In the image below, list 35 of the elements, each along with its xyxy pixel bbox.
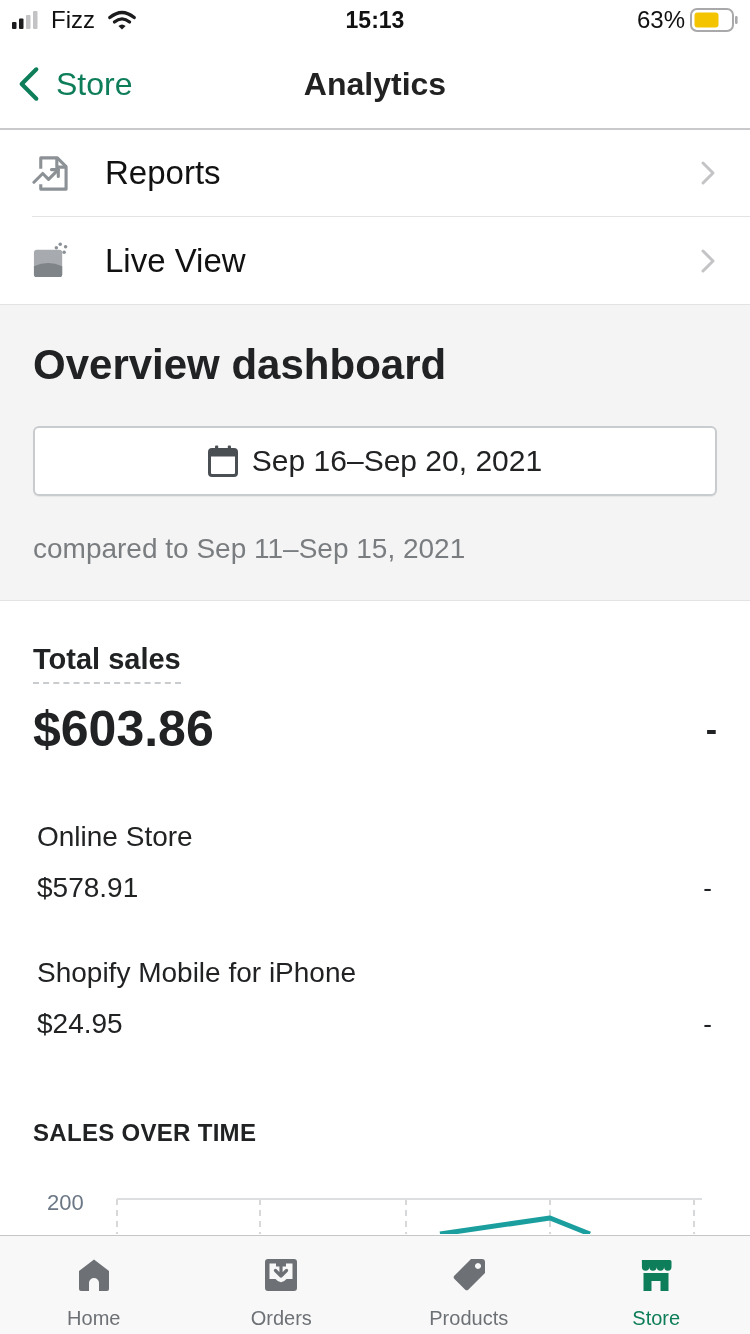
chevron-right-icon [700,247,716,274]
total-sales-label[interactable]: Total sales [33,641,181,684]
change-indicator: - [703,872,712,905]
chevron-left-icon [18,66,40,102]
wifi-icon [108,10,136,30]
inbox-arrow-icon [263,1257,300,1293]
change-indicator: - [703,1008,712,1041]
section-title: Overview dashboard [33,340,448,390]
channel-sales-value: $24.95 [37,1007,123,1041]
channel-name: Online Store [37,820,194,854]
y-axis-label: 200 [47,1194,84,1212]
chevron-right-icon [700,160,716,186]
tab-bar-item[interactable]: Store [562,1236,750,1334]
total-sales-value: $603.86 [33,700,214,758]
battery-icon [690,8,738,32]
chart-document-icon [32,154,69,192]
screen-title: Analytics [303,65,447,104]
frame-dots-icon [32,242,69,279]
channel-name: Shopify Mobile for iPhone [37,956,358,990]
menu-item[interactable]: Reports [32,130,750,217]
back-button[interactable]: Store [18,64,133,104]
date-range-button[interactable]: Sep 16–Sep 20, 2021 [33,426,717,496]
signal-icon [12,11,38,29]
calendar-icon [207,445,238,477]
battery-percent: 63% [636,6,685,34]
comparison-text: compared to Sep 11–Sep 15, 2021 [33,532,467,566]
channel-sales-value: $578.91 [37,871,139,905]
tab-bar-item[interactable]: Home [0,1236,188,1334]
menu-item[interactable]: Live View [32,217,750,304]
carrier-name: Fizz [51,6,95,34]
clock-time: 15:13 [345,6,405,34]
change-indicator: - [705,709,717,750]
chart-title: SALES OVER TIME [33,1118,258,1148]
tab-bar-item[interactable]: Orders [187,1236,375,1334]
tab-bar-item[interactable]: Products [375,1236,563,1334]
